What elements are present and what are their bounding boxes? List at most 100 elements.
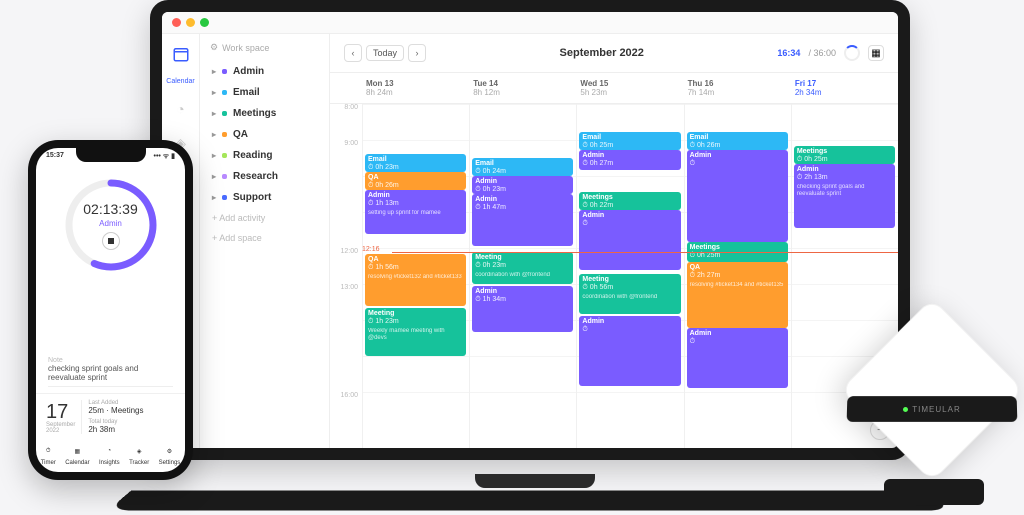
device-base xyxy=(884,479,984,505)
status-time: 15:37 xyxy=(46,152,64,161)
progress-ring: 02:13:39 Admin xyxy=(61,175,161,275)
tab-calendar[interactable]: ▦Calendar xyxy=(65,444,89,466)
hour-label: 8:00 xyxy=(330,104,362,140)
add-space[interactable]: + Add space xyxy=(210,228,319,248)
minimize-traffic-light[interactable] xyxy=(186,18,195,27)
window-chrome xyxy=(162,12,898,34)
last-added-value: 25m · Meetings xyxy=(88,406,143,415)
rail-reports-icon[interactable]: ◔ xyxy=(171,99,191,119)
sidebar-workspace-label: ⚙Work space xyxy=(210,42,319,53)
sidebar-item-research[interactable]: ▸Research xyxy=(210,166,319,187)
calendar-grid: 8:009:0012:0013:0016:00 Email⏱ 0h 23mQA⏱… xyxy=(330,104,898,448)
stop-button[interactable] xyxy=(102,232,120,250)
device-body xyxy=(840,298,1024,482)
day-column[interactable]: Email⏱ 0h 23mQA⏱ 0h 26mAdmin⏱ 1h 13msett… xyxy=(362,104,469,448)
hour-label: 12:00 xyxy=(330,248,362,284)
tracker-device: TIMEULAR xyxy=(849,320,1014,505)
day-header: Tue 148h 12m xyxy=(469,73,576,103)
phone-mockup: 15:37 ••• ᯤ ▮ 02:13:39 Admin Note checki… xyxy=(28,140,193,480)
datepicker-button[interactable]: ▦ xyxy=(868,45,884,61)
week-header: Mon 138h 24mTue 148h 12mWed 155h 23mThu … xyxy=(330,73,898,104)
status-icons: ••• ᯤ ▮ xyxy=(154,152,176,161)
event-block[interactable]: Admin⏱ xyxy=(687,328,788,388)
laptop-hinge-notch xyxy=(475,474,595,488)
event-block[interactable]: Email⏱ 0h 25m xyxy=(579,132,680,150)
event-block[interactable]: QA⏱ 2h 27mresolving #ticket134 and #tick… xyxy=(687,262,788,328)
day-header: Mon 138h 24m xyxy=(362,73,469,103)
event-block[interactable]: Email⏱ 0h 26m xyxy=(687,132,788,150)
event-block[interactable]: QA⏱ 1h 56mresolving #ticket132 and #tick… xyxy=(365,254,466,306)
phone-tabbar: ⏱Timer ▦Calendar ◔Insights ◈Tracker ⚙Setting… xyxy=(36,440,185,472)
rail-calendar-label: Calendar xyxy=(166,78,194,85)
day-column[interactable]: Email⏱ 0h 24mAdmin⏱ 0h 23mAdmin⏱ 1h 47m M… xyxy=(469,104,576,448)
event-block[interactable]: Admin⏱ xyxy=(687,150,788,242)
rail-calendar[interactable] xyxy=(171,44,191,64)
day-header: Thu 167h 14m xyxy=(684,73,791,103)
add-activity[interactable]: + Add activity xyxy=(210,208,319,228)
phone-notch xyxy=(76,148,146,162)
calendar-title: September 2022 xyxy=(560,47,644,59)
device-brand: TIMEULAR xyxy=(912,405,961,414)
topbar: ‹ Today › September 2022 16:34 / 36:00 ▦ xyxy=(330,34,898,73)
hour-label xyxy=(330,356,362,392)
maximize-traffic-light[interactable] xyxy=(200,18,209,27)
note-text[interactable]: checking sprint goals and reevaluate spr… xyxy=(48,364,173,387)
event-block[interactable]: Admin⏱ 0h 27m xyxy=(579,150,680,170)
event-block[interactable]: Email⏱ 0h 24m xyxy=(472,158,573,176)
event-block[interactable]: Meetings⏱ 0h 25m xyxy=(794,146,895,164)
event-block[interactable]: Admin⏱ 2h 13mchecking sprint goals and r… xyxy=(794,164,895,228)
close-traffic-light[interactable] xyxy=(172,18,181,27)
hour-label: 13:00 xyxy=(330,284,362,320)
event-block[interactable]: Meeting⏱ 0h 56mcoordination with @fronte… xyxy=(579,274,680,314)
event-block[interactable]: Admin⏱ xyxy=(579,210,680,270)
sidebar-item-reading[interactable]: ▸Reading xyxy=(210,145,319,166)
event-block[interactable]: Admin⏱ 0h 23m xyxy=(472,176,573,194)
hour-label: 16:00 xyxy=(330,392,362,428)
event-block[interactable]: Meetings⏱ 0h 22m xyxy=(579,192,680,210)
hour-label xyxy=(330,320,362,356)
timer-activity: Admin xyxy=(99,219,122,228)
time-gutter: 8:009:00 12:0013:00 16:00 xyxy=(330,104,362,448)
timer-area: 02:13:39 Admin xyxy=(36,165,185,351)
event-block[interactable]: Admin⏱ 1h 47m xyxy=(472,194,573,246)
footer-day: 17 xyxy=(46,402,75,422)
day-header: Wed 155h 23m xyxy=(576,73,683,103)
event-block[interactable]: Meeting⏱ 0h 23mcoordination with @fronte… xyxy=(472,252,573,284)
progress-ring-icon xyxy=(844,45,860,61)
next-week-button[interactable]: › xyxy=(408,44,426,62)
event-block[interactable]: Admin⏱ 1h 13msetting up sprint for mamee xyxy=(365,190,466,234)
sidebar: ⚙Work space ▸Admin▸Email▸Meetings▸QA▸Rea… xyxy=(200,34,330,448)
hour-label xyxy=(330,212,362,248)
note-area: Note checking sprint goals and reevaluat… xyxy=(36,351,185,393)
tab-tracker[interactable]: ◈Tracker xyxy=(129,444,149,466)
sidebar-item-admin[interactable]: ▸Admin xyxy=(210,61,319,82)
note-label: Note xyxy=(48,357,173,364)
sidebar-item-support[interactable]: ▸Support xyxy=(210,187,319,208)
day-column[interactable]: Email⏱ 0h 25mAdmin⏱ 0h 27m Meetings⏱ 0h 2… xyxy=(576,104,683,448)
app-shell: Calendar ◔ ◈ ⚙Work space ▸Admin▸Email▸Me… xyxy=(162,34,898,448)
laptop-screen: Calendar ◔ ◈ ⚙Work space ▸Admin▸Email▸Me… xyxy=(150,0,910,460)
hour-label: 9:00 xyxy=(330,140,362,176)
laptop-base xyxy=(108,490,952,510)
phone-footer: 17 September 2022 Last Added25m · Meetin… xyxy=(36,393,185,440)
tracked-time: 16:34 xyxy=(777,48,800,58)
today-button[interactable]: Today xyxy=(366,45,404,61)
event-block[interactable]: Email⏱ 0h 23m xyxy=(365,154,466,172)
sidebar-item-email[interactable]: ▸Email xyxy=(210,82,319,103)
total-time: / 36:00 xyxy=(808,48,836,58)
sidebar-item-meetings[interactable]: ▸Meetings xyxy=(210,103,319,124)
tab-insights[interactable]: ◔Insights xyxy=(99,444,120,466)
main-content: ‹ Today › September 2022 16:34 / 36:00 ▦… xyxy=(330,34,898,448)
event-block[interactable]: Admin⏱ 1h 34m xyxy=(472,286,573,332)
event-block[interactable]: Meeting⏱ 1h 23mWeekly mamee meeting with… xyxy=(365,308,466,356)
footer-year: 2022 xyxy=(46,428,75,434)
day-column[interactable]: Email⏱ 0h 26mAdmin⏱ Meetings⏱ 0h 25mQA⏱ … xyxy=(684,104,791,448)
sidebar-item-qa[interactable]: ▸QA xyxy=(210,124,319,145)
laptop-mockup: Calendar ◔ ◈ ⚙Work space ▸Admin▸Email▸Me… xyxy=(150,0,920,500)
tab-timer[interactable]: ⏱Timer xyxy=(41,444,56,466)
event-block[interactable]: Admin⏱ xyxy=(579,316,680,386)
prev-week-button[interactable]: ‹ xyxy=(344,44,362,62)
event-block[interactable]: QA⏱ 0h 26m xyxy=(365,172,466,190)
phone-screen: 15:37 ••• ᯤ ▮ 02:13:39 Admin Note checki… xyxy=(36,148,185,472)
tab-settings[interactable]: ⚙Settings xyxy=(159,444,181,466)
